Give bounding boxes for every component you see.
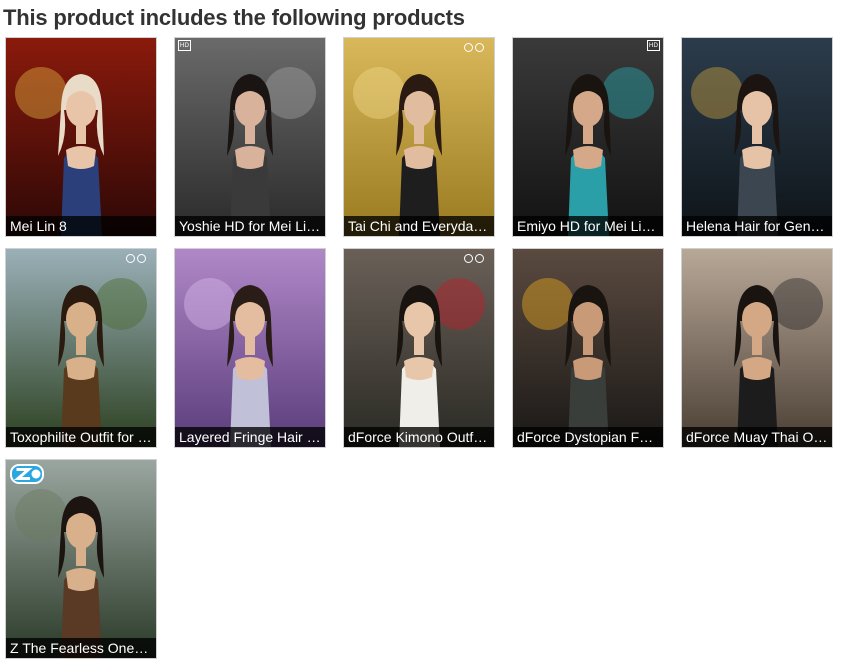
- daz-studio-logo-icon: [464, 253, 490, 269]
- product-card[interactable]: dForce Dystopian Future Outfit for Genes…: [513, 249, 663, 447]
- portrait-figure-icon: [175, 38, 325, 236]
- product-thumbnail: [6, 460, 156, 658]
- product-card[interactable]: Layered Fringe Hair for Genesis 3 and 8 …: [175, 249, 325, 447]
- product-caption[interactable]: dForce Dystopian Future Outfit for Genes…: [513, 427, 663, 447]
- product-caption[interactable]: Yoshie HD for Mei Lin 8: [175, 216, 325, 236]
- product-caption[interactable]: Mei Lin 8: [6, 216, 156, 236]
- hd-badge-icon: HD: [647, 40, 660, 51]
- product-thumbnail: HD: [175, 38, 325, 236]
- portrait-figure-icon: [513, 38, 663, 236]
- product-card[interactable]: Helena Hair for Genesis 8 Female(s): [682, 38, 832, 236]
- portrait-figure-icon: [6, 38, 156, 236]
- zed-brand-logo-icon: [10, 464, 44, 484]
- product-thumbnail: HD: [513, 38, 663, 236]
- daz-studio-logo-icon: [464, 42, 490, 58]
- product-caption[interactable]: dForce Muay Thai Outfit for Genesis 8 Fe…: [682, 427, 832, 447]
- product-card[interactable]: Mei Lin 8: [6, 38, 156, 236]
- portrait-figure-icon: [344, 38, 494, 236]
- product-card[interactable]: Toxophilite Outfit for Genesis 8 Female(…: [6, 249, 156, 447]
- portrait-figure-icon: [513, 249, 663, 447]
- product-caption[interactable]: Layered Fringe Hair for Genesis 3 and 8 …: [175, 427, 325, 447]
- product-card[interactable]: dForce Muay Thai Outfit for Genesis 8 Fe…: [682, 249, 832, 447]
- product-caption[interactable]: Helena Hair for Genesis 8 Female(s): [682, 216, 832, 236]
- product-thumbnail: [6, 38, 156, 236]
- product-thumbnail: [344, 249, 494, 447]
- portrait-figure-icon: [344, 249, 494, 447]
- product-card[interactable]: dForce Kimono Outfit for Genesis 8 Femal…: [344, 249, 494, 447]
- product-thumbnail: [513, 249, 663, 447]
- product-card[interactable]: HD Emiyo HD for Mei Lin 8: [513, 38, 663, 236]
- product-thumbnail: [682, 38, 832, 236]
- portrait-figure-icon: [6, 249, 156, 447]
- product-grid: Mei Lin 8 HD Yoshie HD for Mei Lin 8 Tai …: [6, 38, 832, 658]
- portrait-figure-icon: [6, 460, 156, 658]
- portrait-figure-icon: [175, 249, 325, 447]
- hd-badge-icon: HD: [178, 40, 191, 51]
- product-card[interactable]: HD Yoshie HD for Mei Lin 8: [175, 38, 325, 236]
- product-thumbnail: [682, 249, 832, 447]
- product-thumbnail: [175, 249, 325, 447]
- product-caption[interactable]: Emiyo HD for Mei Lin 8: [513, 216, 663, 236]
- portrait-figure-icon: [682, 38, 832, 236]
- product-thumbnail: [6, 249, 156, 447]
- product-card[interactable]: Tai Chi and Everyday Poses for Mei Lin 8: [344, 38, 494, 236]
- product-caption[interactable]: Toxophilite Outfit for Genesis 8 Female(…: [6, 427, 156, 447]
- product-caption[interactable]: Z The Fearless One - Poses for Mei Lin 8: [6, 638, 156, 658]
- product-card[interactable]: Z The Fearless One - Poses for Mei Lin 8: [6, 460, 156, 658]
- product-caption[interactable]: Tai Chi and Everyday Poses for Mei Lin 8: [344, 216, 494, 236]
- product-thumbnail: [344, 38, 494, 236]
- portrait-figure-icon: [682, 249, 832, 447]
- product-caption[interactable]: dForce Kimono Outfit for Genesis 8 Femal…: [344, 427, 494, 447]
- page-title: This product includes the following prod…: [3, 5, 465, 30]
- daz-studio-logo-icon: [126, 253, 152, 269]
